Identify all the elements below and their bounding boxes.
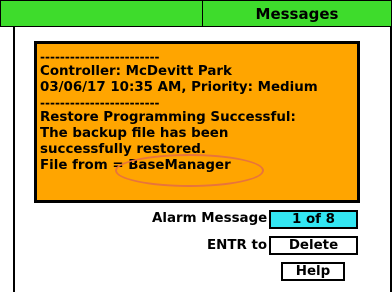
message-line-2: The backup file has been [40, 126, 229, 141]
controller-line: Controller: McDevitt Park [40, 64, 232, 79]
datetime-priority-line: 03/06/17 10:35 AM, Priority: Medium [40, 80, 318, 95]
alarm-message-label: Alarm Message [152, 211, 268, 226]
separator: ------------------------ [40, 96, 160, 110]
entr-to-label: ENTR to [207, 238, 268, 253]
message-line-1: Restore Programming Successful: [40, 110, 296, 125]
help-button[interactable]: Help [281, 262, 345, 281]
separator: ------------------------ [40, 50, 160, 64]
alarm-count-box: 1 of 8 [269, 210, 358, 229]
header-title: Messages [202, 0, 392, 27]
header-left-cell [0, 0, 203, 27]
header-bar: Messages [0, 0, 392, 28]
delete-button[interactable]: Delete [269, 236, 358, 255]
highlight-ellipse [115, 154, 264, 187]
